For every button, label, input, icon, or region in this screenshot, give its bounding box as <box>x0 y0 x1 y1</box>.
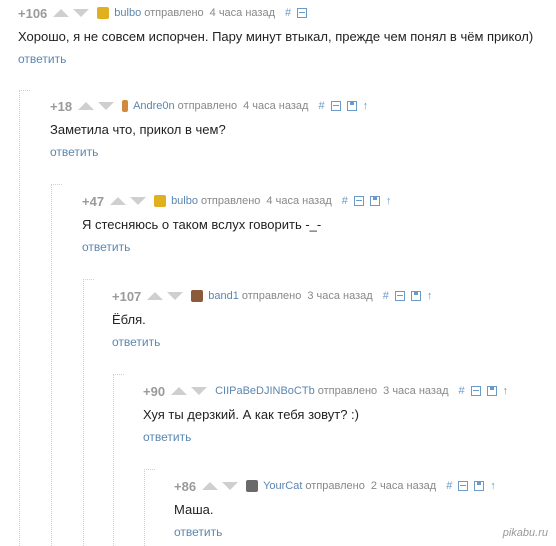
save-icon[interactable] <box>410 291 421 301</box>
comment: +106 bulbo отправлено 4 часа назад # Хор… <box>18 5 556 67</box>
hash-icon[interactable]: # <box>446 481 452 492</box>
comment: +18 Andre0n отправлено 4 часа назад # ↑ … <box>50 98 556 160</box>
vote-down-icon[interactable] <box>73 9 90 17</box>
hash-icon[interactable]: # <box>318 101 324 112</box>
comment-author[interactable]: CIIPaBeDJINBoCTb <box>215 385 315 397</box>
reply-link[interactable]: ответить <box>50 145 98 159</box>
collapse-icon[interactable] <box>458 481 469 491</box>
thread-indent-line <box>83 279 94 546</box>
thread-indent-line <box>144 469 155 546</box>
comment-rating: +107 <box>112 288 142 304</box>
comment-meta: +90 CIIPaBeDJINBoCTb отправлено 3 часа н… <box>143 383 508 399</box>
vote-up-icon[interactable] <box>147 292 164 300</box>
vote-down-icon[interactable] <box>222 482 239 490</box>
vote-down-icon[interactable] <box>98 102 115 110</box>
vote-up-icon[interactable] <box>53 9 70 17</box>
comment-rating: +47 <box>82 193 105 209</box>
parent-arrow-icon[interactable]: ↑ <box>490 481 496 492</box>
parent-arrow-icon[interactable]: ↑ <box>427 291 433 302</box>
comment-sent-label: отправлено <box>241 290 302 302</box>
hash-icon[interactable]: # <box>342 196 348 207</box>
comment-sent-label: отправлено <box>305 480 365 492</box>
comment-meta: +107 band1 отправлено 3 часа назад # ↑ <box>112 288 432 304</box>
avatar <box>191 290 204 302</box>
comment-time: 4 часа назад <box>266 195 332 207</box>
hash-icon[interactable]: # <box>383 291 389 302</box>
hash-icon[interactable]: # <box>285 8 291 19</box>
collapse-icon[interactable] <box>394 291 405 301</box>
comment: +86 YourCat отправлено 2 часа назад # ↑ … <box>174 478 556 540</box>
save-icon[interactable] <box>369 196 380 206</box>
comment-sent-label: отправлено <box>144 7 204 19</box>
vote-down-icon[interactable] <box>191 387 208 395</box>
comment-rating: +18 <box>50 98 73 114</box>
save-icon[interactable] <box>346 101 357 111</box>
collapse-icon[interactable] <box>330 101 341 111</box>
comment-text: Хорошо, я не совсем испорчен. Пару минут… <box>18 29 534 44</box>
save-icon[interactable] <box>486 386 497 396</box>
vote-down-icon[interactable] <box>167 292 184 300</box>
comment-rating: +90 <box>143 383 166 399</box>
comment-author[interactable]: YourCat <box>263 480 302 492</box>
thread-indent-line <box>113 374 124 546</box>
comment-author[interactable]: bulbo <box>171 195 198 207</box>
comment-text: Маша. <box>174 502 214 517</box>
reply-link[interactable]: ответить <box>82 240 130 254</box>
comment-text: Заметила что, прикол в чем? <box>50 122 226 137</box>
comment-sent-label: отправлено <box>317 385 378 397</box>
comment-time: 3 часа назад <box>307 290 373 302</box>
comment: +90 CIIPaBeDJINBoCTb отправлено 3 часа н… <box>143 383 556 445</box>
comment-author[interactable]: bulbo <box>114 7 141 19</box>
parent-arrow-icon[interactable]: ↑ <box>386 196 392 207</box>
avatar <box>122 100 129 112</box>
parent-arrow-icon[interactable]: ↑ <box>363 101 369 112</box>
comment-meta: +106 bulbo отправлено 4 часа назад # <box>18 5 308 21</box>
avatar <box>246 480 259 492</box>
comment-time: 4 часа назад <box>209 7 276 19</box>
thread-indent-line <box>19 90 30 546</box>
thread-indent-line <box>51 184 62 546</box>
reply-link[interactable]: ответить <box>174 525 222 539</box>
comment-author[interactable]: band1 <box>208 290 239 302</box>
vote-up-icon[interactable] <box>78 102 95 110</box>
comment: +47 bulbo отправлено 4 часа назад # ↑ Я … <box>82 193 556 255</box>
avatar <box>97 7 110 19</box>
vote-up-icon[interactable] <box>202 482 219 490</box>
reply-link[interactable]: ответить <box>18 52 66 66</box>
collapse-icon[interactable] <box>353 196 364 206</box>
vote-down-icon[interactable] <box>130 197 147 205</box>
parent-arrow-icon[interactable]: ↑ <box>503 386 509 397</box>
comment-text: Ёбля. <box>112 312 146 327</box>
comment-meta: +47 bulbo отправлено 4 часа назад # ↑ <box>82 193 391 209</box>
site-watermark: pikabu.ru <box>502 527 548 539</box>
reply-link[interactable]: ответить <box>143 430 191 444</box>
comment-text: Хуя ты дерзкий. А как тебя зовут? :) <box>143 407 359 422</box>
comment-author[interactable]: Andre0n <box>133 100 175 112</box>
comment-rating: +106 <box>18 5 48 21</box>
comment: +107 band1 отправлено 3 часа назад # ↑ Ё… <box>112 288 556 350</box>
vote-up-icon[interactable] <box>171 387 188 395</box>
comment-sent-label: отправлено <box>177 100 238 112</box>
comment-time: 3 часа назад <box>383 385 449 397</box>
reply-link[interactable]: ответить <box>112 335 160 349</box>
comment-sent-label: отправлено <box>200 195 261 207</box>
hash-icon[interactable]: # <box>459 386 465 397</box>
avatar <box>154 195 167 207</box>
comment-meta: +86 YourCat отправлено 2 часа назад # ↑ <box>174 478 496 494</box>
comment-time: 4 часа назад <box>243 100 309 112</box>
collapse-icon[interactable] <box>470 386 481 396</box>
comment-time: 2 часа назад <box>370 480 437 492</box>
comment-text: Я стесняюсь о таком вслух говорить -_- <box>82 217 322 232</box>
vote-up-icon[interactable] <box>110 197 127 205</box>
collapse-icon[interactable] <box>297 8 308 18</box>
comment-meta: +18 Andre0n отправлено 4 часа назад # ↑ <box>50 98 368 114</box>
comment-rating: +86 <box>174 478 197 494</box>
save-icon[interactable] <box>474 481 485 491</box>
